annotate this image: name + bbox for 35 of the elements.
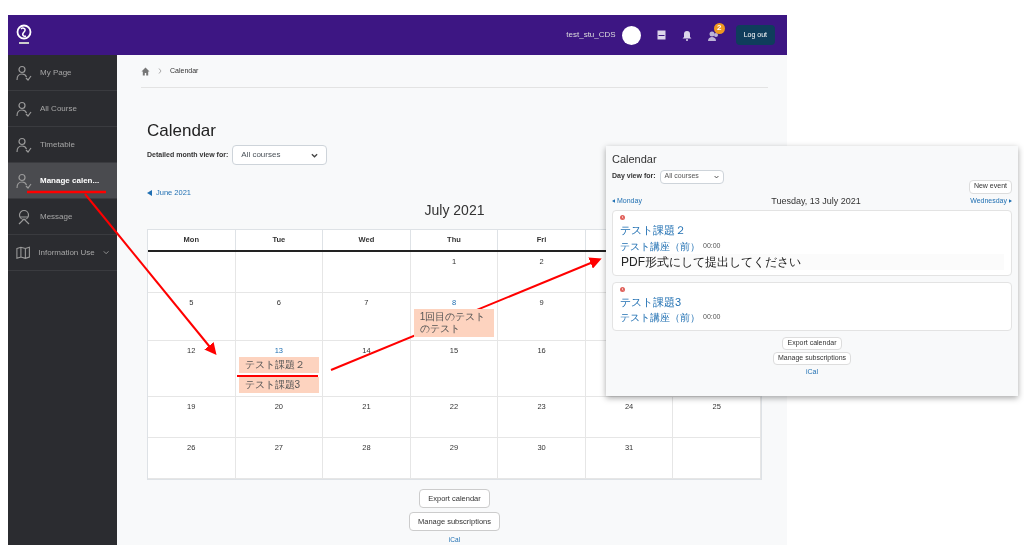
event-description: PDF形式にして提出してください: [620, 253, 1004, 270]
clock-icon: [620, 215, 625, 220]
sidebar-item[interactable]: Manage calen...: [8, 163, 117, 199]
event-title[interactable]: テスト課題２: [620, 222, 1004, 239]
triangle-right-icon[interactable]: [1009, 199, 1012, 204]
page-title: Calendar: [147, 120, 217, 142]
triangle-left-icon[interactable]: [147, 189, 152, 196]
course-select[interactable]: All courses: [232, 145, 328, 166]
calendar-event[interactable]: テスト課題２: [238, 357, 320, 373]
panel-icon[interactable]: [656, 30, 666, 40]
people-icon[interactable]: [707, 29, 720, 41]
bell-icon[interactable]: [681, 29, 692, 41]
notification-badge: 2: [713, 22, 725, 34]
map-icon: [16, 244, 31, 261]
course-link[interactable]: テスト講座（前）: [620, 310, 700, 325]
person-icon: [16, 136, 32, 153]
message-icon: [16, 208, 32, 225]
chevron-right-icon: [158, 68, 162, 74]
home-icon[interactable]: [141, 66, 150, 76]
chevron-down-icon: [713, 174, 719, 179]
course-link[interactable]: テスト講座（前）: [620, 238, 700, 254]
person-icon: [16, 64, 32, 81]
event-title[interactable]: テスト課題3: [620, 293, 1004, 310]
panel-title: Calendar: [612, 152, 658, 167]
person-icon: [16, 100, 32, 117]
triangle-left-icon[interactable]: [612, 199, 615, 204]
calendar-event[interactable]: 1回目のテストのテスト: [413, 308, 495, 337]
day-title: Tuesday, 13 July 2021: [771, 194, 861, 208]
chevron-down-icon: [311, 152, 319, 158]
calendar-event[interactable]: テスト課題3: [238, 377, 320, 393]
person-icon: [16, 172, 32, 189]
user-name[interactable]: test_stu_CDS: [566, 29, 616, 41]
clock-icon: [620, 286, 625, 292]
logo-icon: [16, 24, 32, 46]
month-title: July 2021: [424, 200, 485, 220]
